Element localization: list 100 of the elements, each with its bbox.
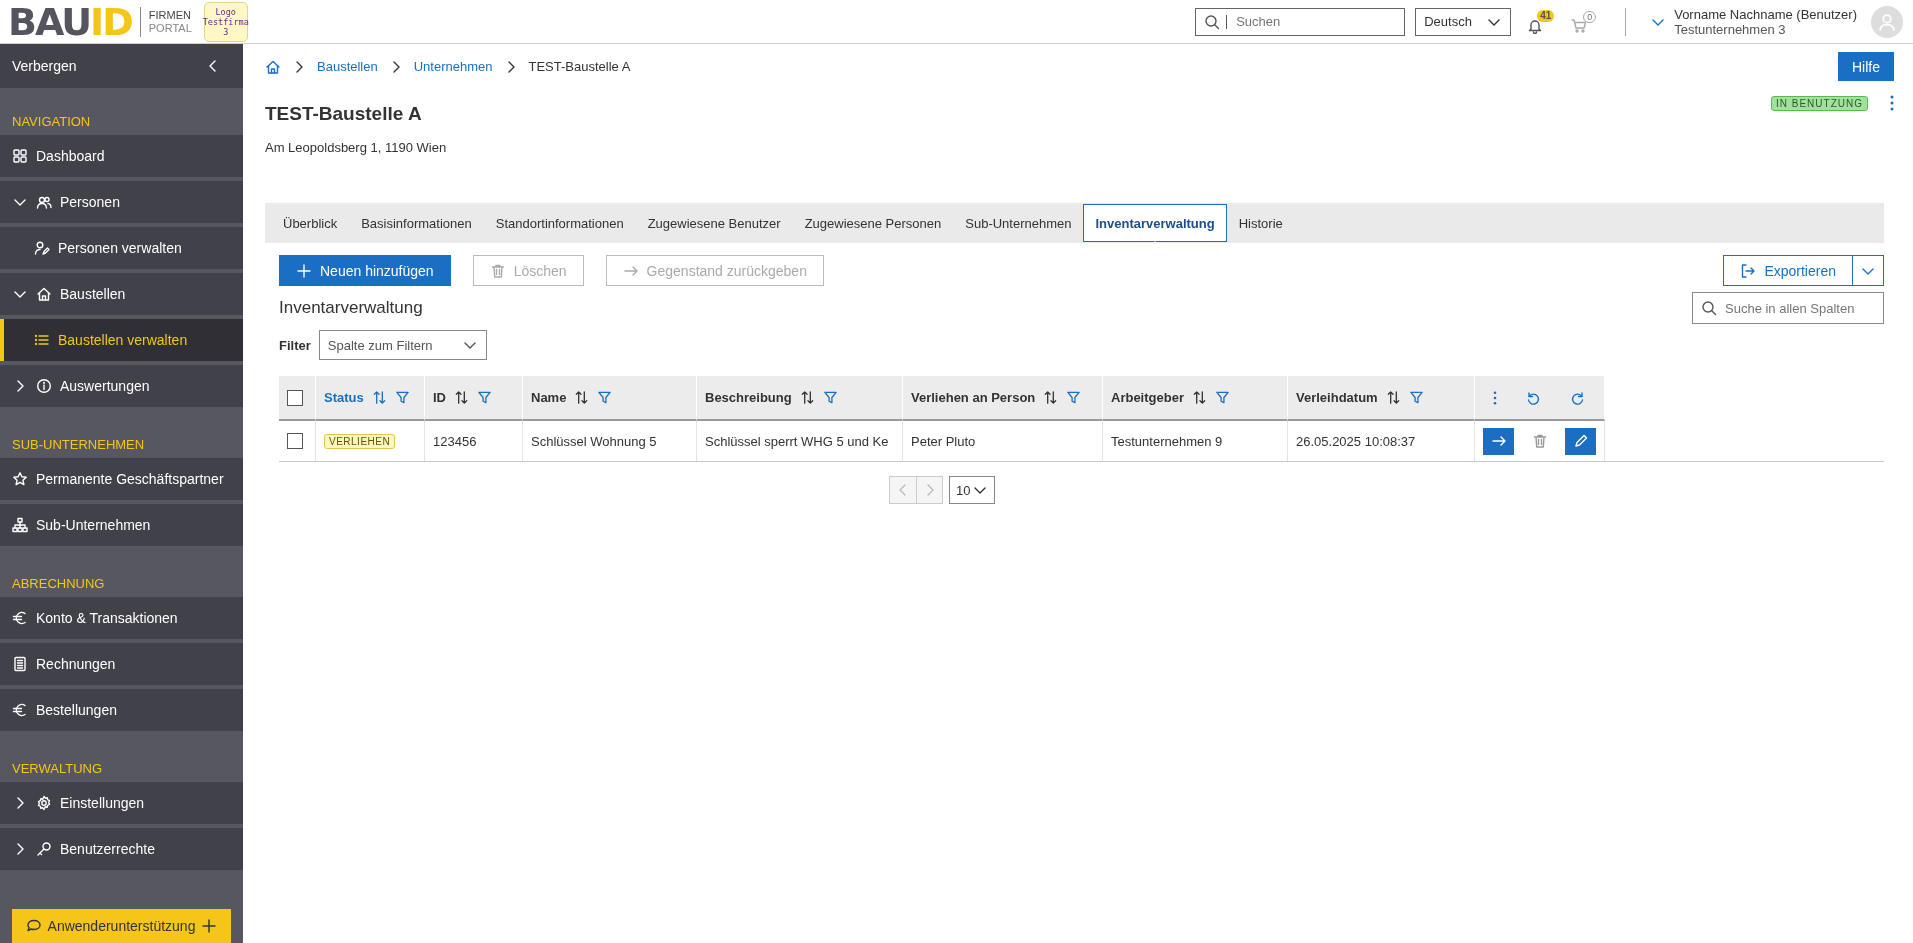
house-icon	[36, 286, 52, 302]
tab[interactable]: Zugewiesene Personen	[792, 204, 954, 242]
filter-label: Filter	[279, 337, 311, 353]
status-badge: IN BENUTZUNG	[1771, 95, 1868, 111]
sort-icon	[1385, 390, 1401, 405]
column-header[interactable]: Name	[523, 376, 697, 421]
sort-icon	[574, 390, 590, 405]
info-icon	[36, 378, 52, 394]
hide-sidebar-button[interactable]: Verbergen	[0, 44, 243, 88]
help-button[interactable]: Hilfe	[1838, 52, 1894, 81]
section-heading: ABRECHNUNG	[11, 575, 106, 593]
filter-icon	[597, 390, 613, 405]
tab[interactable]: Sub-Unternehmen	[953, 204, 1084, 242]
euro-icon	[12, 610, 28, 626]
sidebar-item[interactable]: Benutzerrechte	[0, 828, 243, 870]
filter-icon	[1066, 390, 1082, 405]
pencil-icon	[1572, 433, 1589, 449]
column-header[interactable]: ID	[425, 376, 523, 421]
sidebar-item[interactable]: Konto & Transaktionen	[0, 597, 243, 639]
tab[interactable]: Überblick	[271, 204, 350, 242]
company-logo: Logo Testfirma 3	[203, 1, 248, 42]
sort-icon	[371, 390, 387, 405]
edit-button[interactable]	[1565, 427, 1596, 455]
sidebar-item[interactable]: Einstellungen	[0, 782, 243, 824]
breadcrumb-link[interactable]: Baustellen	[317, 59, 378, 74]
logo-subtitle: PORTAL	[148, 21, 192, 35]
sort-icon	[1191, 390, 1207, 405]
filter-icon	[1408, 390, 1424, 405]
breadcrumb-current: TEST-Baustelle A	[528, 59, 631, 74]
people-icon	[36, 194, 52, 210]
sidebar-item[interactable]: Auswertungen	[0, 365, 243, 407]
key-icon	[36, 841, 52, 857]
language-select[interactable]: Deutsch	[1415, 7, 1512, 36]
table-search-field[interactable]: Suche in allen Spalten	[1692, 292, 1884, 324]
person-edit-icon	[34, 240, 50, 256]
section-heading: SUB-UNTERNEHMEN	[11, 436, 146, 454]
column-header[interactable]: Beschreibung	[697, 376, 903, 421]
more-icon[interactable]	[1890, 95, 1894, 111]
sidebar-item[interactable]: Personen	[0, 181, 243, 223]
table-cell: Testunternehmen 9	[1103, 421, 1288, 461]
sidebar-item[interactable]: Baustellen	[0, 273, 243, 315]
column-header[interactable]: Verleihdatum	[1288, 376, 1475, 421]
tab[interactable]: Zugewiesene Benutzer	[635, 204, 793, 242]
search-field[interactable]: Suchen	[1195, 7, 1406, 36]
home-icon[interactable]	[265, 58, 281, 75]
notification-count: 41	[1537, 9, 1555, 22]
page-title: TEST-Baustelle A	[265, 103, 423, 125]
chat-icon	[25, 918, 42, 934]
export-menu-button[interactable]	[1853, 255, 1884, 286]
support-button[interactable]: Anwenderunterstützung	[12, 909, 231, 943]
filter-icon	[822, 390, 838, 405]
section-heading: NAVIGATION	[11, 113, 92, 131]
refresh-icon	[1569, 389, 1586, 406]
sidebar-item[interactable]: Rechnungen	[0, 643, 243, 685]
tab[interactable]: Basisinformationen	[349, 204, 484, 242]
hierarchy-icon	[12, 517, 28, 533]
checkbox[interactable]	[287, 389, 303, 406]
return-button[interactable]	[1483, 427, 1514, 455]
table-cell: Schlüssel sperrt WHG 5 und Ke	[697, 421, 903, 461]
column-header[interactable]: Verliehen an Person	[903, 376, 1103, 421]
column-header[interactable]: Status	[316, 376, 425, 421]
table-cell: Schlüssel Wohnung 5	[523, 421, 697, 461]
breadcrumb-link[interactable]: Unternehmen	[413, 59, 493, 74]
table-title: Inventarverwaltung	[279, 298, 423, 318]
sort-icon	[454, 390, 469, 405]
status-badge: VERLIEHEN	[324, 433, 396, 449]
table-cell: 123456	[425, 421, 523, 461]
plus-icon	[201, 918, 218, 934]
cart-icon	[1571, 17, 1588, 34]
more-icon[interactable]	[1493, 390, 1498, 405]
sidebar-item[interactable]: Permanente Geschäftspartner	[0, 458, 243, 500]
sidebar-item[interactable]: Sub-Unternehmen	[0, 504, 243, 546]
user-company: Testunternehmen 3	[1674, 21, 1787, 37]
trash-icon	[1531, 433, 1548, 449]
filter-icon	[1214, 390, 1230, 405]
page-size-select[interactable]: 10	[949, 476, 995, 504]
list-icon	[34, 332, 50, 348]
export-button[interactable]: Exportieren	[1723, 255, 1853, 286]
address: Am Leopoldsberg 1, 1190 Wien	[265, 140, 447, 155]
table-cell: 26.05.2025 10:08:37	[1288, 421, 1475, 461]
dashboard-icon	[12, 148, 28, 164]
sidebar-item[interactable]: Personen verwalten	[0, 227, 243, 269]
brand-logo: BAUID	[8, 2, 132, 41]
tab[interactable]: Historie	[1226, 204, 1295, 242]
trash-icon	[489, 262, 506, 279]
euro-icon	[12, 702, 28, 718]
filter-select[interactable]: Spalte zum Filtern	[318, 330, 487, 360]
tab[interactable]: Standortinformationen	[483, 204, 636, 242]
filter-icon	[477, 390, 492, 405]
sort-icon	[799, 390, 815, 405]
checkbox[interactable]	[287, 433, 303, 449]
user-name[interactable]: Vorname Nachname (Benutzer)	[1674, 6, 1857, 22]
sidebar-item[interactable]: Dashboard	[0, 135, 243, 177]
plus-icon	[296, 262, 312, 279]
document-icon	[12, 656, 28, 672]
add-button[interactable]: Neuen hinzufügen	[279, 255, 451, 286]
column-header[interactable]: Arbeitgeber	[1103, 376, 1288, 421]
sidebar-item[interactable]: Bestellungen	[0, 689, 243, 731]
sidebar-item[interactable]: Baustellen verwalten	[0, 319, 243, 361]
sort-icon	[1043, 390, 1059, 405]
